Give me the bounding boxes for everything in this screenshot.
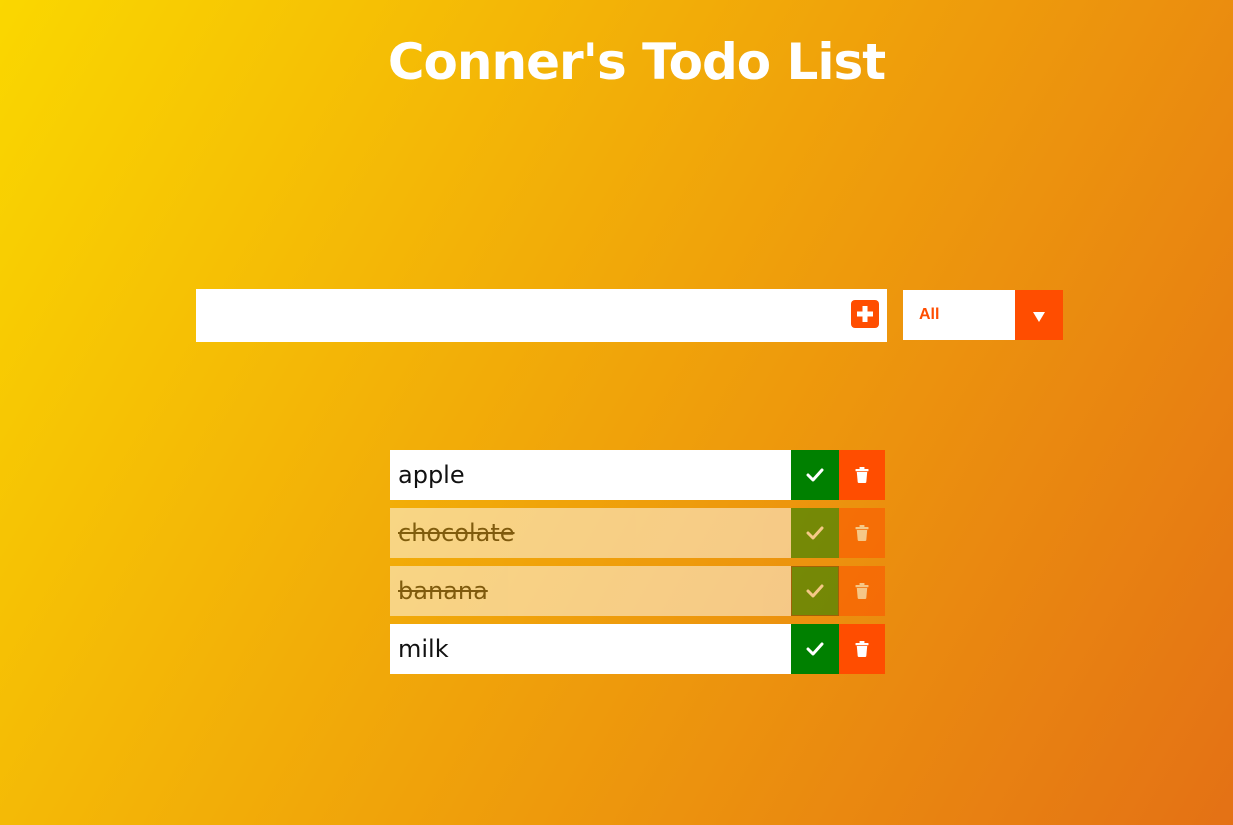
trash-icon: [855, 583, 869, 599]
todo-text: apple: [398, 461, 465, 489]
delete-button[interactable]: [839, 624, 885, 674]
complete-button[interactable]: [791, 624, 839, 674]
todo-input[interactable]: [196, 289, 836, 342]
check-icon: [806, 642, 824, 656]
complete-button[interactable]: [791, 508, 839, 558]
delete-button[interactable]: [839, 508, 885, 558]
trash-icon: [855, 467, 869, 483]
todo-list: apple chocolate banana milk: [390, 450, 885, 682]
page-title: Conner's Todo List: [387, 33, 886, 91]
todo-item: milk: [390, 624, 885, 674]
todo-text-box: apple: [390, 450, 791, 500]
todo-item: banana: [390, 566, 885, 616]
complete-button[interactable]: [791, 450, 839, 500]
plus-icon: [857, 306, 873, 322]
todo-text-box: banana: [390, 566, 791, 616]
delete-button[interactable]: [839, 450, 885, 500]
todo-text-box: milk: [390, 624, 791, 674]
check-icon: [806, 526, 824, 540]
filter-dropdown-toggle[interactable]: [1015, 290, 1063, 340]
filter-select[interactable]: All: [903, 290, 1063, 340]
check-icon: [806, 584, 824, 598]
trash-icon: [855, 641, 869, 657]
filter-selected-value: All: [919, 306, 940, 323]
todo-item: chocolate: [390, 508, 885, 558]
todo-text: chocolate: [398, 519, 515, 547]
complete-button[interactable]: [791, 566, 839, 616]
todo-item: apple: [390, 450, 885, 500]
todo-text-box: chocolate: [390, 508, 791, 558]
add-todo-button[interactable]: [851, 300, 879, 328]
check-icon: [806, 468, 824, 482]
trash-icon: [855, 525, 869, 541]
todo-input-container: [196, 289, 887, 342]
delete-button[interactable]: [839, 566, 885, 616]
todo-text: milk: [398, 635, 449, 663]
todo-text: banana: [398, 577, 488, 605]
caret-down-icon: [1033, 312, 1045, 322]
